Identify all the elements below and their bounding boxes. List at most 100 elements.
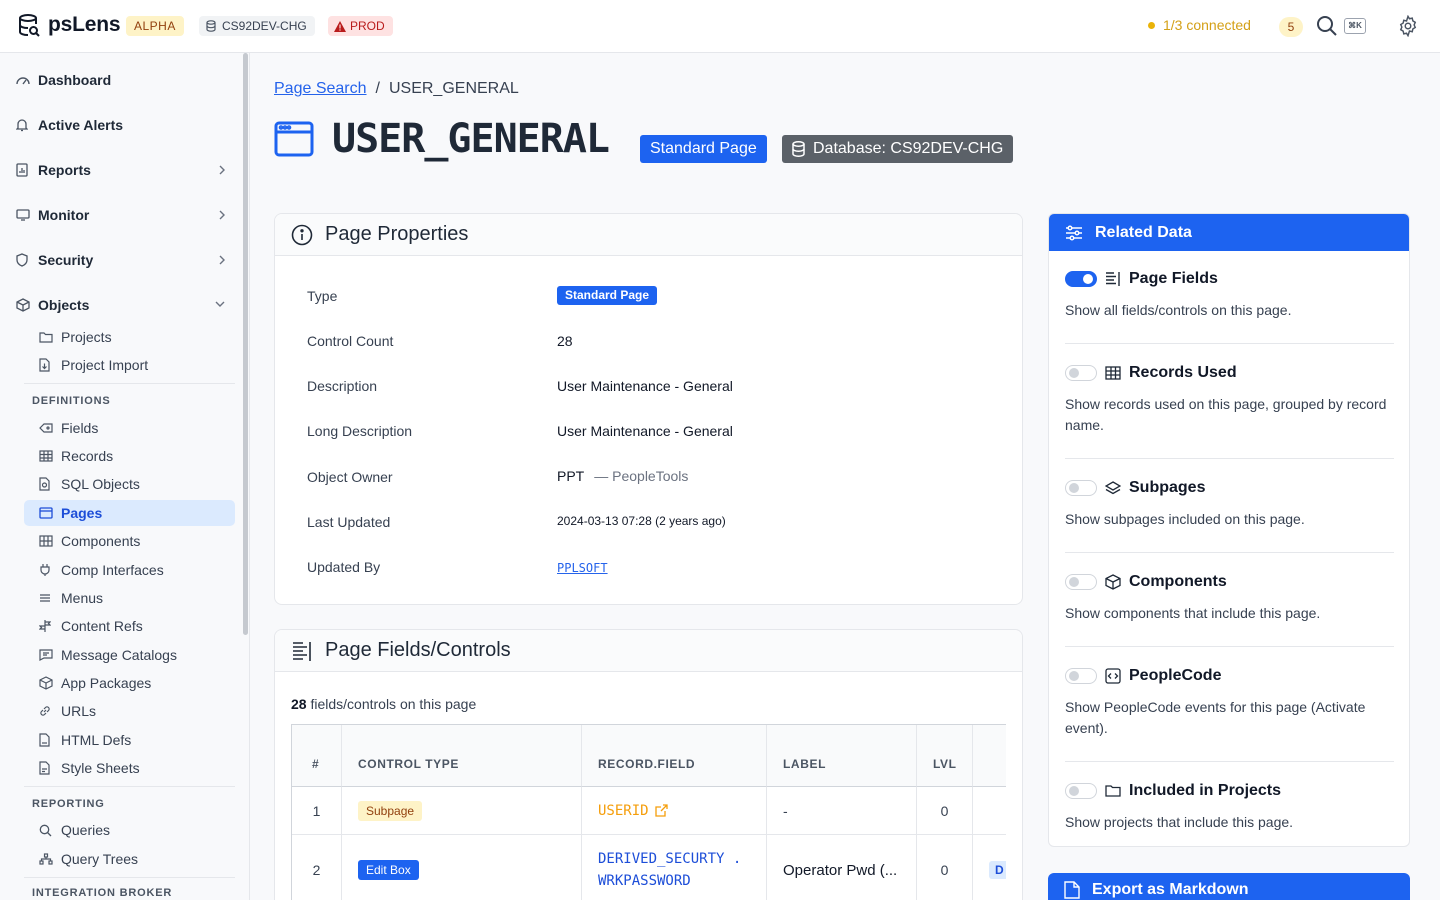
- external-link-icon[interactable]: [654, 804, 668, 817]
- search-icon[interactable]: [1316, 15, 1338, 37]
- related-data-panel: Related Data Page Fields Show all fields…: [1048, 213, 1410, 847]
- sidebar-divider: [24, 786, 235, 787]
- column-header-num[interactable]: #: [292, 725, 342, 787]
- connection-text: 1/3 connected: [1163, 17, 1251, 33]
- peoplecode-toggle[interactable]: [1065, 668, 1097, 684]
- page-fields-header: Page Fields/Controls: [275, 630, 1022, 672]
- related-item-title: Subpages: [1129, 479, 1206, 496]
- sidebar-label: Objects: [38, 297, 90, 313]
- column-header-record-field[interactable]: RECORD.FIELD: [582, 725, 767, 787]
- record-field-link[interactable]: DERIVED_SECURTY .: [598, 848, 741, 870]
- extra-badge: D: [989, 861, 1006, 879]
- sidebar-item-dashboard[interactable]: Dashboard: [16, 66, 232, 94]
- shield-icon: [16, 253, 30, 267]
- control-type-badge: Subpage: [358, 800, 423, 821]
- type-badge: Standard Page: [557, 286, 658, 305]
- sidebar-label: Comp Interfaces: [61, 562, 164, 578]
- table-cell-field[interactable]: USERID: [582, 787, 767, 834]
- box-icon: [1105, 574, 1121, 590]
- sidebar-item-security[interactable]: Security: [16, 246, 232, 274]
- sidebar-item-content-refs[interactable]: Content Refs: [24, 613, 235, 639]
- related-item-desc: Show components that include this page.: [1065, 605, 1321, 621]
- database-logo-icon: [18, 13, 40, 37]
- sidebar-item-project-import[interactable]: Project Import: [24, 352, 235, 378]
- plug-icon: [39, 563, 54, 577]
- sidebar-item-style-sheets[interactable]: Style Sheets: [24, 755, 235, 781]
- subpages-toggle[interactable]: [1065, 480, 1097, 496]
- page-type-badge: Standard Page: [640, 135, 767, 163]
- sidebar-scrollbar[interactable]: [243, 53, 248, 635]
- included-in-projects-toggle[interactable]: [1065, 783, 1097, 799]
- sidebar-item-fields[interactable]: Fields: [24, 415, 235, 441]
- sidebar-item-objects[interactable]: Objects: [16, 291, 232, 319]
- sidebar-label: Style Sheets: [61, 760, 140, 776]
- notification-count-badge[interactable]: 5: [1279, 17, 1303, 37]
- prop-label-type: Type: [307, 288, 338, 304]
- sidebar-item-urls[interactable]: URLs: [24, 698, 235, 724]
- sidebar-item-html-defs[interactable]: HTML Defs: [24, 727, 235, 753]
- record-field-link-line2[interactable]: WRKPASSWORD: [598, 870, 691, 892]
- record-field-link[interactable]: USERID: [598, 803, 649, 819]
- prop-value-type: Standard Page: [557, 286, 658, 305]
- sidebar-item-menus[interactable]: Menus: [24, 585, 235, 611]
- table-icon: [39, 450, 54, 462]
- column-header-label[interactable]: LABEL: [767, 725, 917, 787]
- sidebar-item-projects[interactable]: Projects: [24, 324, 235, 350]
- sidebar-item-active-alerts[interactable]: Active Alerts: [16, 111, 232, 139]
- sidebar-item-message-catalogs[interactable]: Message Catalogs: [24, 642, 235, 668]
- sidebar-label: Reports: [38, 162, 91, 178]
- sidebar-label: App Packages: [61, 675, 152, 691]
- prop-value-last-updated: 2024-03-13 07:28 (2 years ago): [557, 514, 726, 528]
- column-header-lvl[interactable]: LVL: [917, 725, 973, 787]
- sidebar-item-reports[interactable]: Reports: [16, 156, 232, 184]
- table-cell-lvl: 0: [917, 835, 973, 900]
- db-selector[interactable]: CS92DEV-CHG: [199, 16, 315, 36]
- table-cell-num: 1: [292, 787, 342, 834]
- sidebar-item-components[interactable]: Components: [24, 528, 235, 554]
- sidebar-item-records[interactable]: Records: [24, 443, 235, 469]
- prop-label-updated-by: Updated By: [307, 559, 381, 575]
- connection-status[interactable]: 1/3 connected: [1148, 17, 1251, 33]
- sidebar-section-definitions: DEFINITIONS: [32, 395, 111, 407]
- related-item-included-in-projects: Included in Projects Show projects that …: [1065, 781, 1394, 833]
- updated-by-link[interactable]: PPLSOFT: [557, 561, 608, 575]
- file-import-icon: [39, 358, 54, 372]
- table-cell-field[interactable]: DERIVED_SECURTY . WRKPASSWORD: [582, 835, 767, 900]
- grid-icon: [39, 535, 54, 547]
- sidebar-item-monitor[interactable]: Monitor: [16, 201, 232, 229]
- sidebar-item-comp-interfaces[interactable]: Comp Interfaces: [24, 557, 235, 583]
- sidebar-item-app-packages[interactable]: App Packages: [24, 670, 235, 696]
- table-cell-lvl: 0: [917, 787, 973, 834]
- related-divider: [1065, 343, 1394, 344]
- breadcrumb-link-page-search[interactable]: Page Search: [274, 80, 367, 98]
- related-item-title: Components: [1129, 573, 1227, 590]
- page-fields-toggle[interactable]: [1065, 271, 1097, 287]
- sidebar-item-sql-objects[interactable]: SQL Objects: [24, 471, 235, 497]
- gear-icon[interactable]: [1397, 15, 1419, 37]
- db-name: CS92DEV-CHG: [222, 19, 307, 33]
- message-icon: [39, 649, 54, 661]
- records-used-toggle[interactable]: [1065, 365, 1097, 381]
- folder-icon: [39, 331, 54, 343]
- related-item-desc: Show projects that include this page.: [1065, 814, 1294, 830]
- page-fields-card: Page Fields/Controls 28 fields/controls …: [274, 629, 1023, 900]
- components-toggle[interactable]: [1065, 574, 1097, 590]
- column-header-control-type[interactable]: CONTROL TYPE: [342, 725, 582, 787]
- signpost-icon: [39, 619, 54, 633]
- related-item-title: Records Used: [1129, 364, 1237, 381]
- related-item-desc: Show all fields/controls on this page.: [1065, 302, 1292, 318]
- breadcrumb-separator: /: [375, 80, 380, 97]
- page-properties-title: Page Properties: [325, 223, 469, 245]
- column-header-extra: [973, 725, 1006, 787]
- owner-code: PPT: [557, 468, 585, 484]
- export-markdown-button[interactable]: Export as Markdown: [1048, 873, 1410, 900]
- sidebar-item-queries[interactable]: Queries: [24, 817, 235, 843]
- brand[interactable]: psLens: [18, 13, 121, 37]
- owner-description: — PeopleTools: [594, 468, 689, 484]
- window-icon: [39, 507, 54, 519]
- cube-icon: [16, 298, 30, 312]
- link-icon: [39, 705, 54, 717]
- sidebar-item-query-trees[interactable]: Query Trees: [24, 846, 235, 872]
- sidebar-item-pages[interactable]: Pages: [24, 500, 235, 526]
- prop-label-control-count: Control Count: [307, 333, 394, 349]
